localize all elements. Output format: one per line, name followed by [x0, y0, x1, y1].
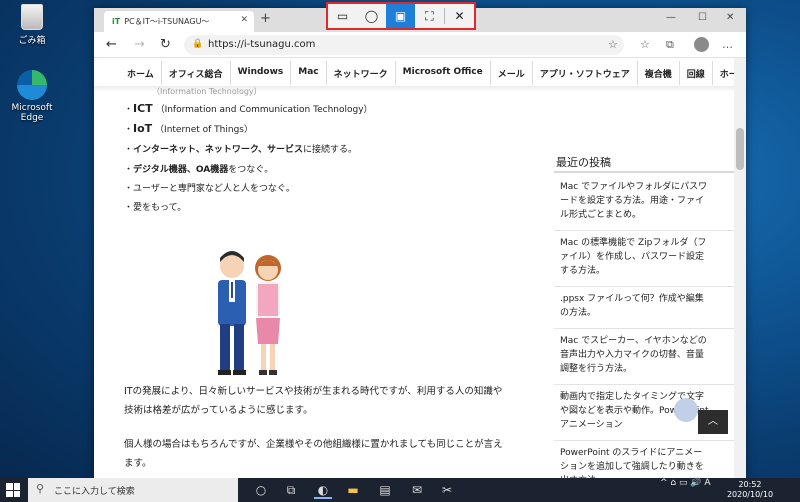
taskbar: ⚲ ここに入力して検索 ○ ⧉ ◐ ▬ ▤ ✉ ✂ ^ ⌂ ▭ 🔊 A 20:5…	[0, 478, 800, 502]
menu-home[interactable]: ホーム	[120, 61, 162, 85]
minimize-button[interactable]: —	[666, 12, 676, 23]
bullet-internet: ・インターネット、ネットワーク、サービスに接続する。	[124, 145, 358, 155]
rectangular-snip-button[interactable]: ▭	[328, 4, 357, 28]
clock-date: 2020/10/10	[726, 490, 774, 499]
system-tray[interactable]: ^ ⌂ ▭ 🔊 A	[660, 478, 711, 502]
back-button[interactable]: ←	[106, 37, 117, 52]
paragraph-1: ITの発展により、日々新しいサービスや技術が生まれる時代ですが、利用する人の知識…	[124, 386, 503, 416]
woman-figure	[255, 255, 281, 375]
scrollbar-thumb[interactable]	[736, 128, 744, 170]
bullet-devices: ・デジタル機器、OA機器をつなぐ。	[124, 165, 274, 175]
edge-shortcut[interactable]: Microsoft Edge	[0, 70, 64, 123]
post-divider	[554, 440, 736, 441]
refresh-button[interactable]: ↻	[160, 37, 171, 52]
cortana-icon[interactable]: ○	[252, 481, 270, 499]
favorite-star-icon[interactable]: ☆	[608, 38, 618, 51]
clock-time: 20:52	[738, 480, 762, 489]
task-view-icon[interactable]: ⧉	[282, 481, 300, 499]
menu-ms-office[interactable]: Microsoft Office	[396, 61, 491, 85]
edge-label: Microsoft Edge	[11, 103, 53, 123]
fullscreen-snip-button[interactable]: ⛶	[415, 4, 444, 28]
recent-posts-title: 最近の投稿	[556, 156, 611, 169]
bullet-iot: ・IoT （Internet of Things）	[124, 122, 253, 135]
site-favicon-icon: iT	[112, 17, 121, 26]
tab-close-icon[interactable]: ✕	[240, 15, 248, 25]
store-icon[interactable]: ▤	[376, 481, 394, 499]
post-divider	[554, 230, 736, 231]
edge-taskbar-icon[interactable]: ◐	[314, 481, 332, 499]
bullet-love: ・愛をもって。	[124, 203, 187, 213]
start-button[interactable]	[6, 483, 20, 497]
collections-icon[interactable]: ⧉	[666, 38, 674, 52]
search-placeholder: ここに入力して検索	[54, 487, 135, 497]
post-link-2[interactable]: Mac の標準機能で Zipフォルダ（ファイル）を作成し、パスワード設定する方法…	[560, 236, 710, 278]
edge-icon	[17, 70, 47, 100]
profile-avatar[interactable]	[694, 37, 709, 52]
bullet-ict: ・ICT （Information and Communication Tech…	[124, 102, 373, 115]
man-figure	[218, 251, 246, 375]
post-link-3[interactable]: .ppsx ファイルって何？作成や編集の方法。	[560, 292, 710, 320]
menu-mac[interactable]: Mac	[291, 61, 327, 85]
post-divider	[554, 328, 736, 329]
address-input[interactable]: 🔒 https://i-tsunagu.com	[184, 35, 624, 55]
window-close-button[interactable]: ✕	[726, 12, 734, 23]
bullet-people: ・ユーザーと専門家など人と人をつなぐ。	[124, 184, 295, 194]
page-scrollbar[interactable]	[734, 58, 746, 478]
browser-window: iT PC＆IT〜i-TSUNAGU〜 ✕ + — ☐ ✕ ← → ↻ 🔒 ht…	[94, 8, 746, 478]
back-to-top-button[interactable]: ︿	[698, 410, 728, 434]
post-divider	[554, 384, 736, 385]
snip-app-icon[interactable]: ✂	[438, 481, 456, 499]
paragraph-2: 個人様の場合はもちろんですが、企業様やその他組織様に置かれましても同じことが言え…	[124, 439, 503, 469]
bowing-people-illustration	[218, 251, 281, 375]
post-link-4[interactable]: Mac でスピーカー、イヤホンなどの音声出力や入力マイクの切替、音量調整を行う方…	[560, 334, 710, 376]
menu-office[interactable]: オフィス総合	[162, 61, 231, 85]
new-tab-button[interactable]: +	[260, 11, 271, 26]
recycle-bin-label: ごみ箱	[18, 36, 46, 46]
url-text: https://i-tsunagu.com	[208, 39, 316, 50]
window-snip-button[interactable]: ▣	[386, 4, 415, 28]
post-divider	[554, 286, 736, 287]
partial-line: （Information Technology）	[152, 87, 262, 96]
menu-network[interactable]: ネットワーク	[327, 61, 396, 85]
web-page: ホーム オフィス総合 Windows Mac ネットワーク Microsoft …	[94, 58, 746, 478]
tab-title: PC＆IT〜i-TSUNAGU〜	[124, 17, 210, 26]
recaptcha-badge[interactable]	[674, 398, 698, 422]
mail-icon[interactable]: ✉	[408, 481, 426, 499]
recycle-bin-icon	[21, 4, 43, 30]
recycle-bin-shortcut[interactable]: ごみ箱	[0, 2, 64, 46]
clock[interactable]: 20:52 2020/10/10	[724, 480, 776, 500]
taskbar-search-box[interactable]: ⚲ ここに入力して検索	[28, 478, 238, 502]
title-divider	[554, 171, 736, 173]
freeform-snip-button[interactable]: ◯	[357, 4, 386, 28]
menu-windows[interactable]: Windows	[231, 61, 292, 85]
forward-button[interactable]: →	[134, 37, 145, 52]
search-icon: ⚲	[36, 482, 45, 495]
post-link-6[interactable]: PowerPoint のスライドにアニメーションを追加して強調したり動きを出す方…	[560, 446, 710, 478]
snip-toolbar: ▭ ◯ ▣ ⛶ ✕	[326, 2, 476, 30]
address-bar-row: ← → ↻ 🔒 https://i-tsunagu.com ☆ ☆ ⧉ …	[94, 32, 746, 58]
maximize-button[interactable]: ☐	[698, 12, 707, 23]
browser-tab[interactable]: iT PC＆IT〜i-TSUNAGU〜 ✕	[104, 11, 254, 32]
file-explorer-icon[interactable]: ▬	[344, 481, 362, 499]
snip-close-button[interactable]: ✕	[445, 4, 474, 28]
post-link-1[interactable]: Mac でファイルやフォルダにパスワードを設定する方法。用途・ファイル形式ごとま…	[560, 180, 710, 222]
more-menu-icon[interactable]: …	[722, 38, 733, 51]
lock-icon: 🔒	[192, 39, 204, 49]
menu-mail[interactable]: メール	[491, 61, 533, 85]
favorites-icon[interactable]: ☆	[640, 38, 650, 51]
